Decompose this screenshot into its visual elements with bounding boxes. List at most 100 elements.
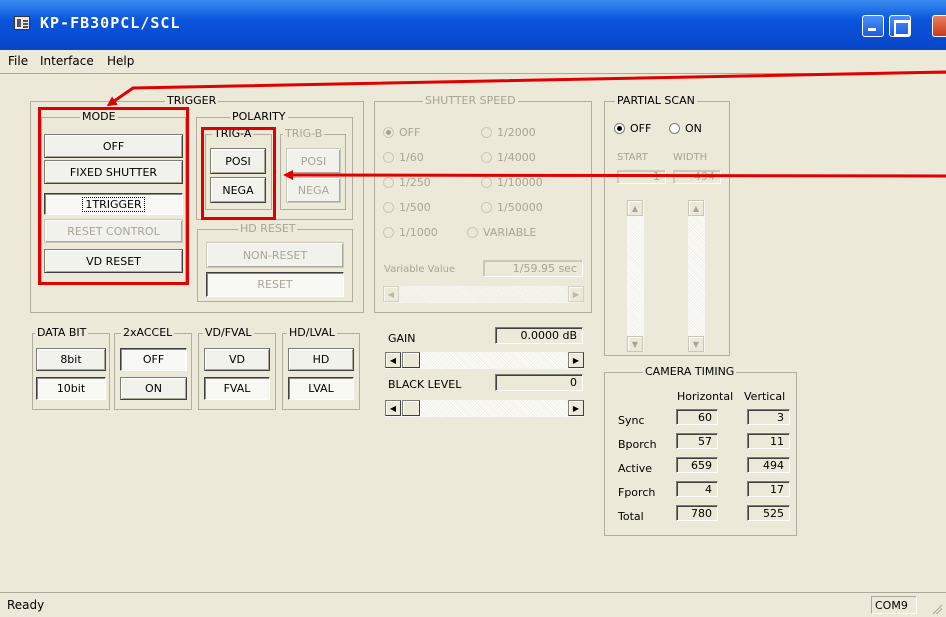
8bit-button[interactable]: 8bit	[36, 348, 106, 371]
non-reset-button[interactable]: NON-RESET	[206, 242, 344, 268]
shutter-50000-radio[interactable]: 1/50000	[481, 201, 543, 214]
shutter-10000-radio[interactable]: 1/10000	[481, 176, 543, 189]
shutter-250-label: 1/250	[399, 176, 431, 189]
shutter-60-radio[interactable]: 1/60	[383, 151, 424, 164]
com-port-indicator: COM9	[871, 596, 917, 614]
vd-fval-legend: VD/FVAL	[203, 326, 254, 339]
minimize-button[interactable]	[862, 15, 884, 37]
shutter-500-radio[interactable]: 1/500	[383, 201, 431, 214]
bporch-v-field: 11	[747, 433, 790, 449]
menu-help[interactable]: Help	[107, 54, 134, 68]
radio-indicator	[383, 227, 394, 238]
total-h-field: 780	[676, 505, 718, 521]
total-v-field: 525	[747, 505, 790, 521]
shutter-4000-radio[interactable]: 1/4000	[481, 151, 536, 164]
scroll-left-icon[interactable]: ◀	[385, 352, 401, 368]
close-button[interactable]	[932, 15, 946, 37]
menu-interface[interactable]: Interface	[40, 54, 94, 68]
shutter-1000-radio[interactable]: 1/1000	[383, 226, 438, 239]
radio-indicator	[481, 152, 492, 163]
horizontal-header: Horizontal	[677, 390, 734, 403]
shutter-off-label: OFF	[399, 126, 421, 139]
status-bar: Ready COM9	[0, 592, 946, 617]
partial-on-label: ON	[685, 122, 702, 135]
scroll-right-icon[interactable]: ▶	[568, 352, 584, 368]
application-window: KP-FB30PCL/SCL File Interface Help TRIGG…	[0, 0, 946, 617]
scroll-up-icon[interactable]: ▲	[688, 200, 704, 216]
sync-h-field: 60	[676, 409, 718, 425]
shutter-legend: SHUTTER SPEED	[423, 94, 518, 107]
trig-a-highlight-box	[201, 127, 276, 220]
shutter-60-label: 1/60	[399, 151, 424, 164]
radio-indicator	[383, 152, 394, 163]
scroll-right-icon[interactable]: ▶	[568, 400, 584, 416]
mode-highlight-box	[38, 107, 189, 285]
scroll-down-icon[interactable]: ▼	[688, 336, 704, 352]
camera-timing-legend: CAMERA TIMING	[643, 365, 737, 378]
partial-off-radio[interactable]: OFF	[614, 122, 651, 135]
bporch-label: Bporch	[618, 438, 657, 451]
hd-reset-legend: HD RESET	[238, 222, 298, 235]
scroll-left-icon[interactable]: ◀	[383, 286, 399, 302]
app-icon[interactable]	[14, 16, 30, 30]
window-title: KP-FB30PCL/SCL	[40, 14, 181, 32]
black-level-label: BLACK LEVEL	[388, 378, 462, 391]
active-h-field: 659	[676, 457, 718, 473]
arrow-to-mode	[106, 70, 946, 107]
gain-field[interactable]: 0.0000 dB	[495, 327, 583, 344]
partial-on-radio[interactable]: ON	[669, 122, 702, 135]
gain-label: GAIN	[388, 332, 416, 345]
accel-on-button[interactable]: ON	[120, 377, 187, 400]
vd-button[interactable]: VD	[204, 348, 270, 371]
trig-b-nega-button[interactable]: NEGA	[286, 177, 341, 203]
variable-scrollbar[interactable]: ◀ ▶	[383, 286, 584, 303]
fporch-label: Fporch	[618, 486, 656, 499]
reset-button[interactable]: RESET	[206, 272, 344, 297]
shutter-500-label: 1/500	[399, 201, 431, 214]
data-bit-legend: DATA BIT	[35, 326, 89, 339]
shutter-2000-radio[interactable]: 1/2000	[481, 126, 536, 139]
width-scrollbar[interactable]: ▲ ▼	[688, 200, 705, 352]
title-bar[interactable]: KP-FB30PCL/SCL	[0, 0, 946, 50]
shutter-off-radio[interactable]: OFF	[383, 126, 420, 139]
variable-value-label: Variable Value	[384, 264, 456, 275]
polarity-legend: POLARITY	[230, 110, 288, 123]
scroll-up-icon[interactable]: ▲	[627, 200, 643, 216]
gain-scrollbar[interactable]: ◀ ▶	[385, 352, 584, 369]
resize-grip-icon[interactable]	[930, 602, 942, 614]
trig-b-posi-button[interactable]: POSI	[286, 148, 341, 174]
shutter-4000-label: 1/4000	[497, 151, 536, 164]
active-label: Active	[618, 462, 653, 475]
maximize-button[interactable]	[889, 15, 911, 37]
fporch-h-field: 4	[676, 481, 718, 497]
width-label: WIDTH	[673, 152, 708, 163]
status-text: Ready	[7, 598, 45, 612]
partial-legend: PARTIAL SCAN	[615, 94, 697, 107]
menu-file[interactable]: File	[8, 54, 28, 68]
shutter-variable-radio[interactable]: VARIABLE	[467, 226, 536, 239]
black-slider-thumb[interactable]	[402, 400, 420, 416]
accel-off-button[interactable]: OFF	[120, 348, 187, 371]
menu-bar: File Interface Help	[0, 50, 946, 74]
total-label: Total	[618, 510, 644, 523]
start-scrollbar[interactable]: ▲ ▼	[627, 200, 644, 352]
black-level-field[interactable]: 0	[495, 374, 583, 391]
shutter-250-radio[interactable]: 1/250	[383, 176, 431, 189]
10bit-button[interactable]: 10bit	[36, 377, 106, 400]
lval-button[interactable]: LVAL	[288, 377, 354, 400]
radio-indicator	[481, 202, 492, 213]
hd-button[interactable]: HD	[288, 348, 354, 371]
start-field[interactable]: 1	[617, 170, 666, 184]
active-v-field: 494	[747, 457, 790, 473]
fporch-v-field: 17	[747, 481, 790, 497]
scroll-down-icon[interactable]: ▼	[627, 336, 643, 352]
fval-button[interactable]: FVAL	[204, 377, 270, 400]
width-field[interactable]: 494	[673, 170, 721, 184]
gain-slider-thumb[interactable]	[402, 352, 420, 368]
scroll-right-icon[interactable]: ▶	[568, 286, 584, 302]
accel-legend: 2xACCEL	[121, 326, 175, 339]
variable-value-field[interactable]: 1/59.95 sec	[483, 260, 583, 277]
scroll-left-icon[interactable]: ◀	[385, 400, 401, 416]
partial-off-label: OFF	[630, 122, 652, 135]
black-level-scrollbar[interactable]: ◀ ▶	[385, 400, 584, 417]
